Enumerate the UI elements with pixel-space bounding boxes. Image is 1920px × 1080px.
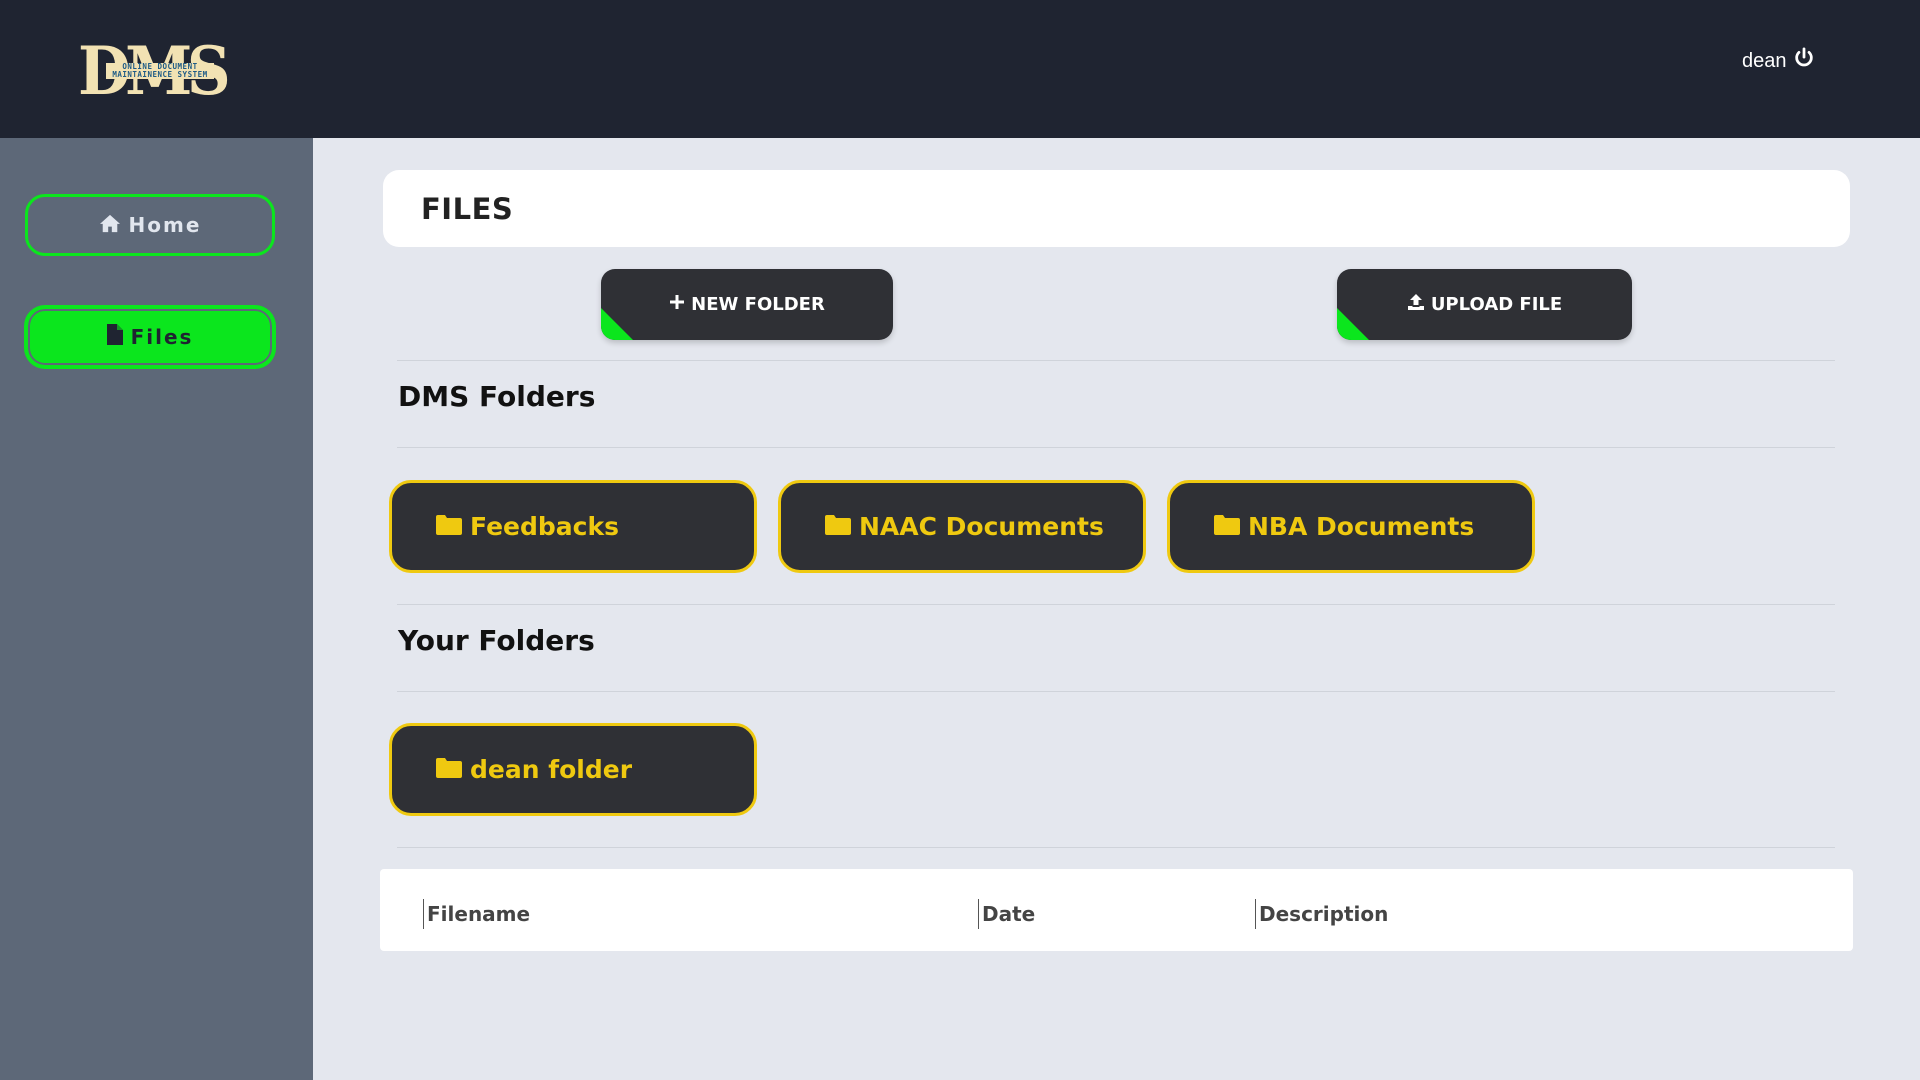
top-bar: DMS ONLINE DOCUMENT MAINTAINENCE SYSTEM … bbox=[0, 0, 1920, 138]
folder-nba-documents[interactable]: NBA Documents bbox=[1167, 480, 1535, 573]
plus-icon bbox=[669, 294, 685, 315]
column-header-description[interactable]: Description bbox=[1255, 899, 1388, 929]
page-header: FILES bbox=[383, 170, 1850, 247]
divider bbox=[397, 604, 1835, 605]
button-corner-accent bbox=[601, 308, 633, 340]
dms-logo[interactable]: DMS ONLINE DOCUMENT MAINTAINENCE SYSTEM bbox=[78, 38, 238, 104]
divider bbox=[397, 360, 1835, 361]
folder-label: dean folder bbox=[470, 755, 633, 784]
logo-subtitle-line2: MAINTAINENCE SYSTEM bbox=[112, 70, 208, 79]
sidebar: Home Files bbox=[0, 138, 313, 1080]
sidebar-item-label: Files bbox=[130, 325, 194, 349]
divider bbox=[397, 691, 1835, 692]
upload-icon bbox=[1407, 293, 1425, 316]
column-header-date[interactable]: Date bbox=[978, 899, 1035, 929]
sidebar-item-label: Home bbox=[128, 213, 202, 237]
dms-folders-title: DMS Folders bbox=[398, 380, 596, 413]
upload-file-label: UPLOAD FILE bbox=[1430, 294, 1563, 315]
folder-label: Feedbacks bbox=[470, 512, 619, 541]
folder-naac-documents[interactable]: NAAC Documents bbox=[778, 480, 1146, 573]
logo-subtitle: ONLINE DOCUMENT MAINTAINENCE SYSTEM bbox=[106, 63, 214, 79]
new-folder-label: NEW FOLDER bbox=[691, 294, 825, 315]
sidebar-item-home[interactable]: Home bbox=[25, 194, 275, 256]
user-logout[interactable]: dean bbox=[1742, 47, 1815, 75]
username: dean bbox=[1742, 49, 1787, 72]
folder-icon bbox=[436, 755, 462, 784]
upload-file-button[interactable]: UPLOAD FILE bbox=[1337, 269, 1632, 340]
folder-label: NAAC Documents bbox=[859, 512, 1104, 541]
divider bbox=[397, 847, 1835, 848]
power-icon[interactable] bbox=[1793, 47, 1815, 75]
sidebar-item-files[interactable]: Files bbox=[25, 306, 275, 368]
button-corner-accent bbox=[1337, 308, 1369, 340]
folder-icon bbox=[825, 512, 851, 541]
column-header-filename[interactable]: Filename bbox=[423, 899, 530, 929]
file-icon bbox=[106, 324, 123, 350]
folder-feedbacks[interactable]: Feedbacks bbox=[389, 480, 757, 573]
page-title: FILES bbox=[421, 192, 514, 226]
folder-label: NBA Documents bbox=[1248, 512, 1475, 541]
new-folder-button[interactable]: NEW FOLDER bbox=[601, 269, 893, 340]
divider bbox=[397, 447, 1835, 448]
home-icon bbox=[99, 213, 121, 238]
folder-icon bbox=[1214, 512, 1240, 541]
your-folders-title: Your Folders bbox=[398, 624, 595, 657]
files-table: Filename Date Description bbox=[380, 869, 1853, 951]
folder-icon bbox=[436, 512, 462, 541]
folder-dean-folder[interactable]: dean folder bbox=[389, 723, 757, 816]
